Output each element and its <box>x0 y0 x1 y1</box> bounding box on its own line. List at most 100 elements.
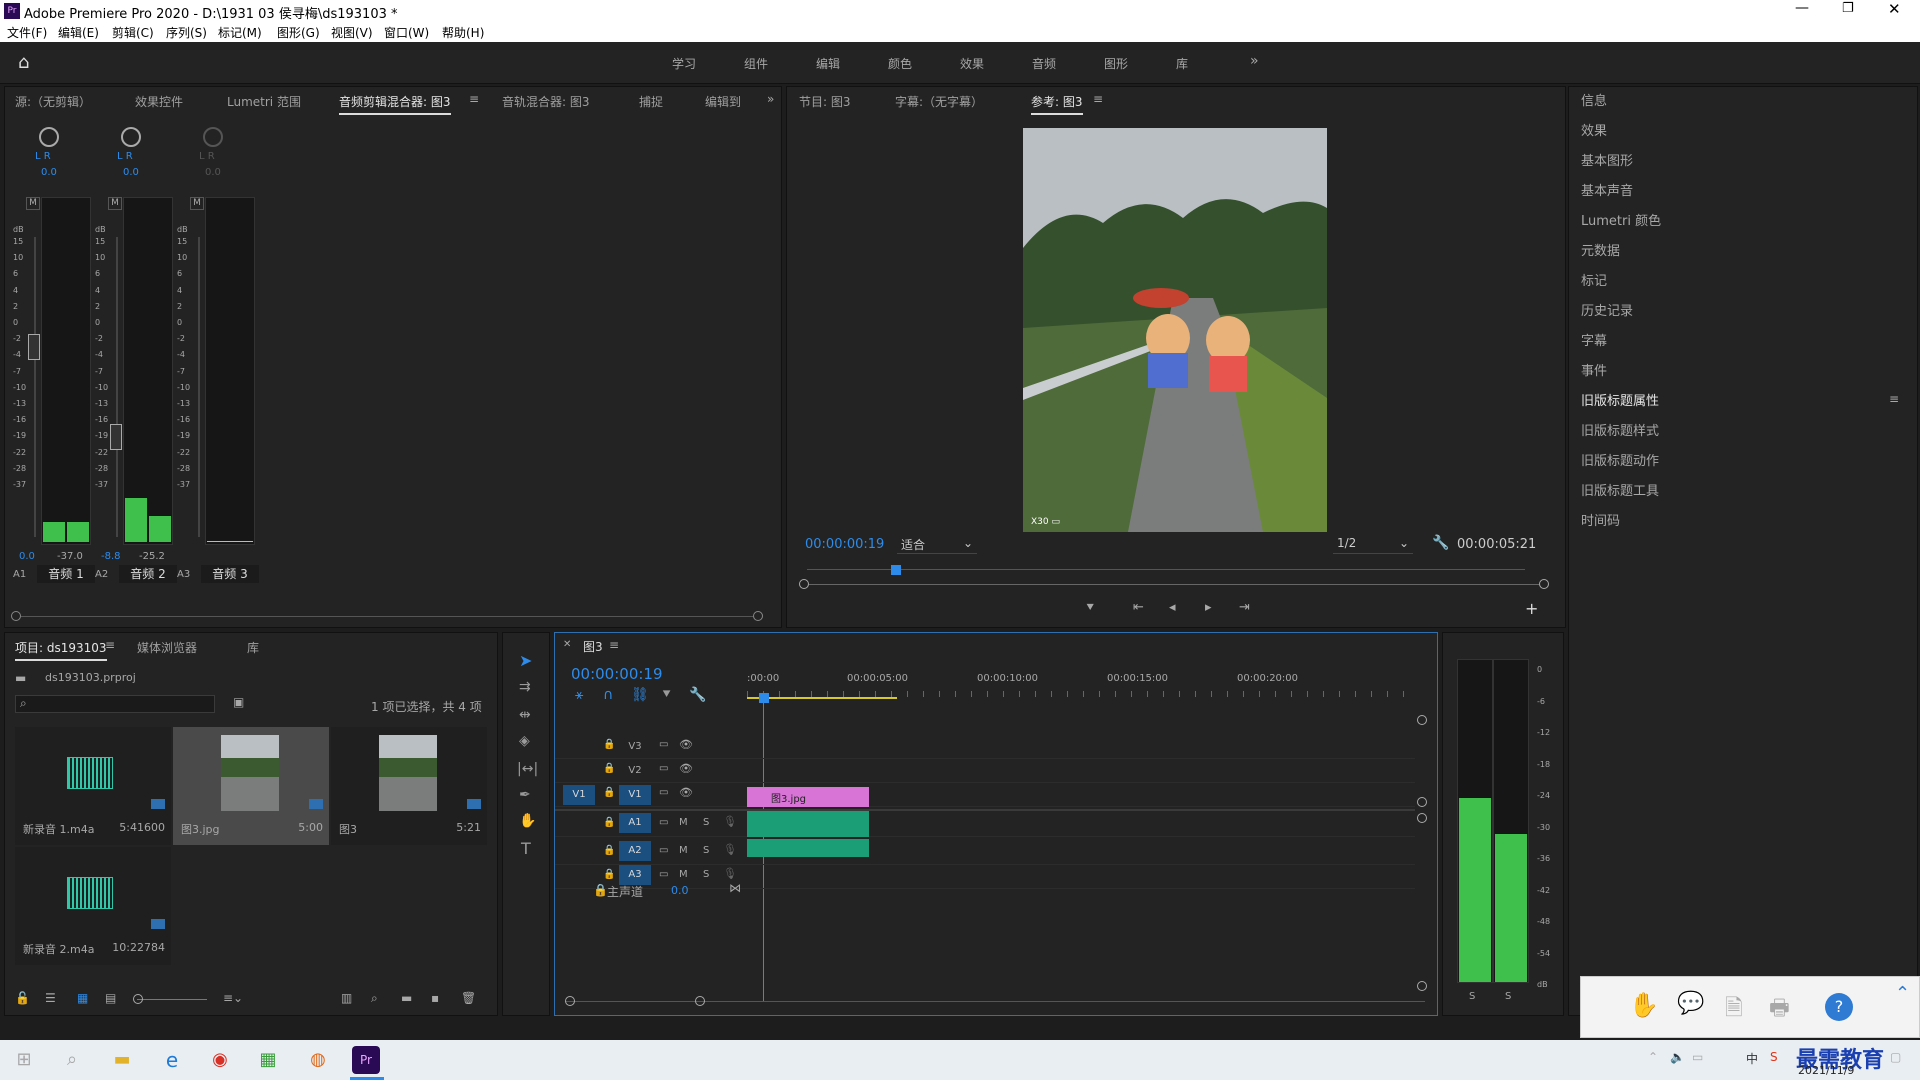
hand-tool-icon[interactable]: ✋ <box>519 813 536 829</box>
volume-icon[interactable]: 🔈 <box>1670 1050 1685 1064</box>
workspace-audio[interactable]: 音频 <box>1032 55 1056 72</box>
menu-clip[interactable]: 剪辑(C) <box>112 24 154 41</box>
project-item[interactable]: 新录音 1.m4a 5:41600 <box>15 727 171 845</box>
ime-indicator[interactable]: 中 <box>1746 1050 1758 1067</box>
panel-info[interactable]: 信息 <box>1569 87 1917 117</box>
close-icon[interactable]: ✕ <box>1888 0 1901 18</box>
tray-chevron-icon[interactable]: ⌃ <box>1648 1050 1658 1064</box>
scrollbar-track[interactable] <box>21 616 753 617</box>
comment-icon[interactable]: 💬 <box>1677 991 1704 1016</box>
tab-audio-clip-mixer[interactable]: 音频剪辑混合器: 图3 <box>339 93 451 115</box>
panel-legacy-title-tools[interactable]: 旧版标题工具 <box>1569 477 1917 507</box>
menu-help[interactable]: 帮助(H) <box>442 24 484 41</box>
tab-program[interactable]: 节目: 图3 <box>799 93 851 110</box>
tab-reference[interactable]: 参考: 图3 <box>1031 93 1083 115</box>
menu-file[interactable]: 文件(F) <box>7 24 47 41</box>
menu-sequence[interactable]: 序列(S) <box>166 24 207 41</box>
menu-window[interactable]: 窗口(W) <box>384 24 429 41</box>
source-patch-v1[interactable]: V1 <box>563 785 595 805</box>
hand-icon[interactable]: ✋ <box>1629 991 1659 1019</box>
add-marker-icon[interactable]: ⯆ <box>1085 601 1095 616</box>
tab-captions[interactable]: 字幕:（无字幕） <box>895 93 983 110</box>
menu-graphics[interactable]: 图形(G) <box>277 24 320 41</box>
volume-value[interactable]: -8.8 <box>101 551 121 562</box>
file-explorer-icon[interactable]: ▬ <box>108 1046 136 1074</box>
play-icon[interactable]: ▸ <box>1205 600 1212 615</box>
help-icon[interactable]: ? <box>1825 993 1853 1021</box>
slip-tool-icon[interactable]: |↔| <box>517 761 538 777</box>
video-clip[interactable]: 图3.jpg <box>747 787 869 807</box>
zoom-slider-handle[interactable] <box>133 994 143 1004</box>
panel-legacy-title-actions[interactable]: 旧版标题动作 <box>1569 447 1917 477</box>
eye-icon[interactable]: 👁 <box>679 786 693 799</box>
pan-value[interactable]: 0.0 <box>205 167 221 178</box>
program-timecode[interactable]: 00:00:00:19 <box>805 537 884 552</box>
panel-timecode[interactable]: 时间码 <box>1569 507 1917 537</box>
home-icon[interactable]: ⌂ <box>18 52 29 73</box>
zoom-handle-right[interactable] <box>1539 579 1549 589</box>
go-to-in-icon[interactable]: ⇤ <box>1133 600 1144 615</box>
pan-value[interactable]: 0.0 <box>123 167 139 178</box>
workspace-graphics[interactable]: 图形 <box>1104 55 1128 72</box>
track-target-A3[interactable]: A3 <box>619 865 651 885</box>
panel-essential-graphics[interactable]: 基本图形 <box>1569 147 1917 177</box>
print-icon[interactable]: 🖶 <box>1769 991 1790 1029</box>
work-area-bar[interactable] <box>747 697 897 699</box>
mute-button[interactable]: M <box>26 197 40 210</box>
track-lock-icon[interactable]: 🔒 <box>603 739 615 750</box>
master-go-icon[interactable]: ⋈ <box>729 881 741 895</box>
panel-effects[interactable]: 效果 <box>1569 117 1917 147</box>
network-icon[interactable]: ▭ <box>1692 1050 1703 1064</box>
legacy-title-menu-icon[interactable]: ≡ <box>1889 392 1899 406</box>
tab-media-browser[interactable]: 媒体浏览器 <box>137 639 197 656</box>
vertical-scroll-handle[interactable] <box>1417 981 1427 991</box>
project-item[interactable]: 新录音 2.m4a 10:22784 <box>15 847 171 965</box>
sync-lock-icon[interactable]: ▭ <box>659 763 668 774</box>
new-item-icon[interactable]: ▪ <box>431 991 439 1005</box>
panel-markers[interactable]: 标记 <box>1569 267 1917 297</box>
sogou-icon[interactable]: S <box>1770 1050 1778 1064</box>
solo-right-button[interactable]: S <box>1505 991 1511 1002</box>
ripple-edit-tool-icon[interactable]: ⇹ <box>519 707 531 723</box>
workspace-learning[interactable]: 学习 <box>672 55 696 72</box>
sequence-tab[interactable]: 图3 <box>583 638 603 655</box>
master-volume[interactable]: 0.0 <box>671 884 689 897</box>
selection-tool-icon[interactable]: ➤ <box>519 651 532 670</box>
premiere-taskbar-icon[interactable]: Pr <box>352 1046 380 1074</box>
track-target-V1[interactable]: V1 <box>619 785 651 805</box>
zoom-handle-left[interactable] <box>799 579 809 589</box>
step-forward-icon[interactable]: ⇥ <box>1239 600 1250 615</box>
pan-knob[interactable] <box>121 127 141 147</box>
solo-left-button[interactable]: S <box>1469 991 1475 1002</box>
automate-to-sequence-icon[interactable]: ▥ <box>341 991 352 1005</box>
sequence-menu-icon[interactable]: ≡ <box>609 638 619 652</box>
track-lock-icon[interactable]: 🔒 <box>603 845 615 856</box>
tab-capture[interactable]: 捕捉 <box>639 93 663 110</box>
collapse-icon[interactable]: ⌃ <box>1895 983 1910 1004</box>
nest-icon[interactable]: ⚹ <box>575 687 583 703</box>
panel-captions[interactable]: 字幕 <box>1569 327 1917 357</box>
track-target-V3[interactable]: V3 <box>619 737 651 757</box>
track-select-tool-icon[interactable]: ⇉ <box>519 679 531 695</box>
program-menu-icon[interactable]: ≡ <box>1093 92 1103 106</box>
tab-source[interactable]: 源:（无剪辑） <box>15 93 91 110</box>
panel-history[interactable]: 历史记录 <box>1569 297 1917 327</box>
search-icon[interactable]: ⌕ <box>58 1046 86 1074</box>
icon-view-icon[interactable]: ▦ <box>77 991 88 1005</box>
timeline-timecode[interactable]: 00:00:00:19 <box>571 665 663 683</box>
tab-effect-controls[interactable]: 效果控件 <box>135 93 183 110</box>
eye-icon[interactable]: 👁 <box>679 738 693 751</box>
more-workspaces-icon[interactable]: » <box>1250 53 1259 69</box>
new-bin-from-search-icon[interactable]: ▣ <box>233 695 244 709</box>
sync-lock-icon[interactable]: ▭ <box>659 787 668 798</box>
document-icon[interactable]: 🗎 <box>1725 991 1743 1029</box>
volume-fader[interactable] <box>110 424 122 450</box>
step-back-icon[interactable]: ◂ <box>1169 600 1176 615</box>
workspace-color[interactable]: 颜色 <box>888 55 912 72</box>
snap-icon[interactable]: ∩ <box>603 687 613 703</box>
workspace-libraries[interactable]: 库 <box>1176 55 1188 72</box>
track-lock-icon[interactable]: 🔒 <box>603 869 615 880</box>
mute-button[interactable]: M <box>679 845 688 856</box>
track-lock-icon[interactable]: 🔒 <box>603 817 615 828</box>
timeline-settings-icon[interactable]: 🔧 <box>689 687 706 703</box>
